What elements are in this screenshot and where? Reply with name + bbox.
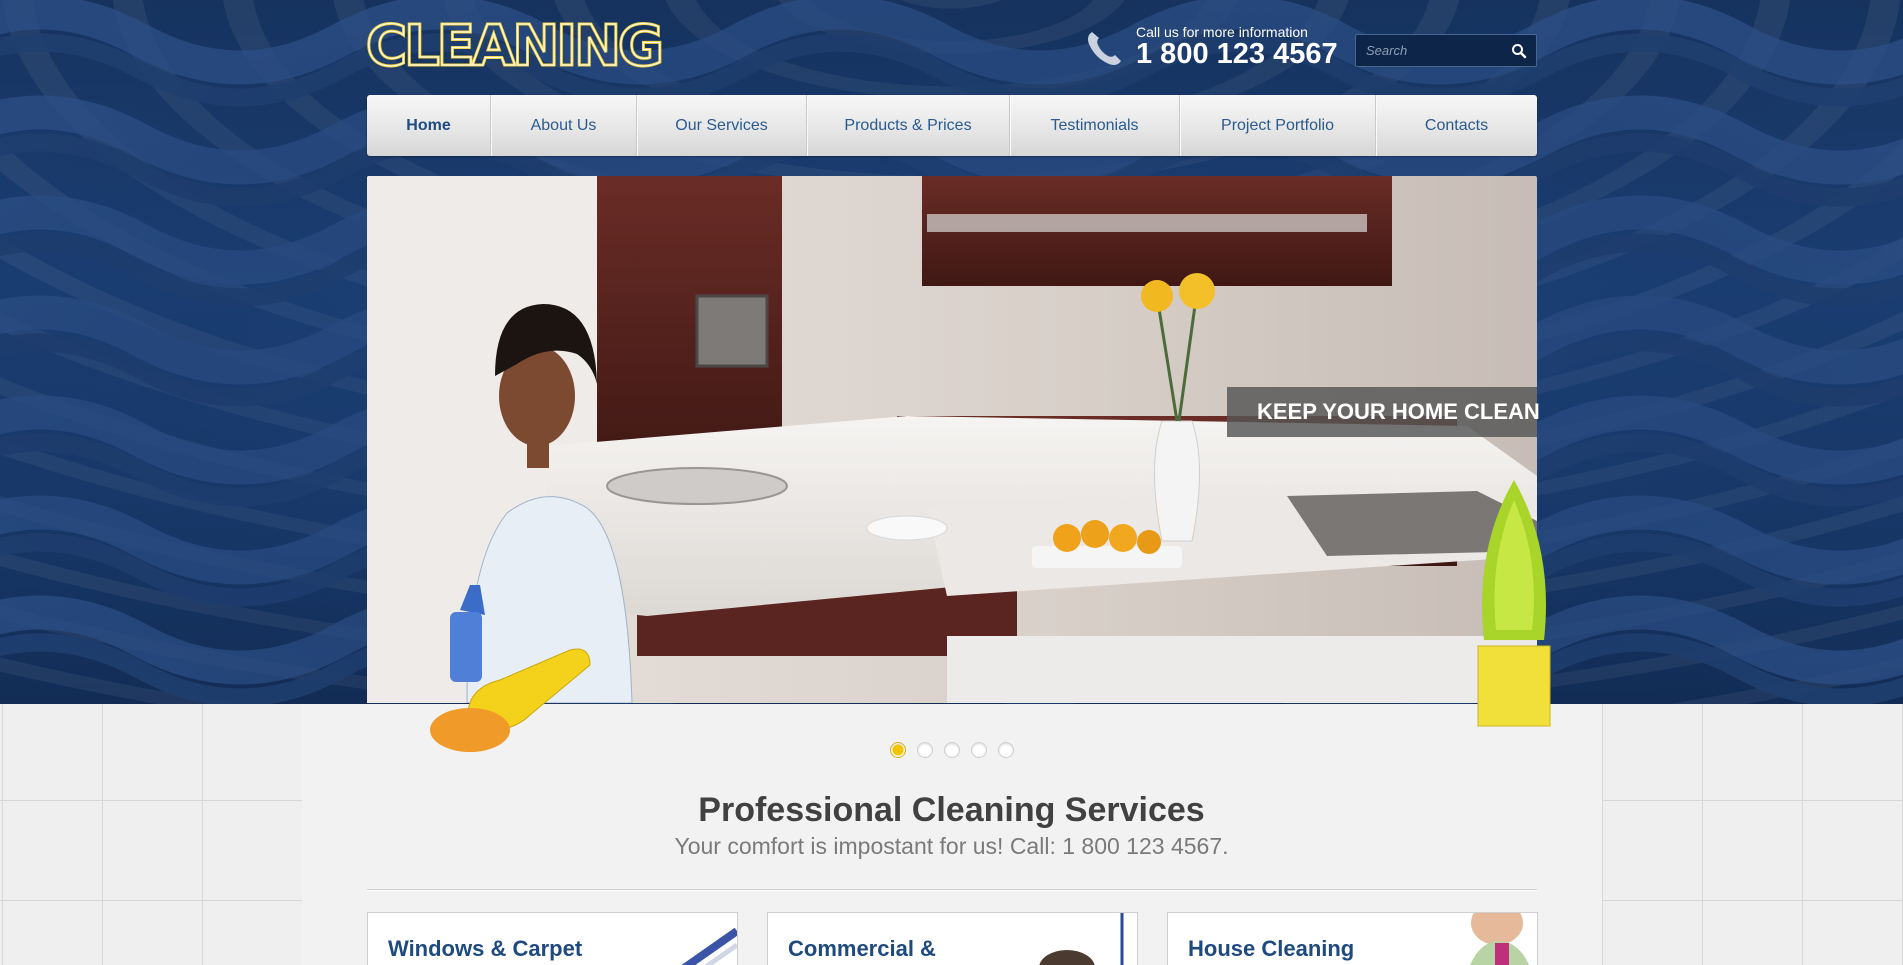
slider-dot-5[interactable] xyxy=(998,742,1014,758)
logo[interactable]: CLEANING CLEANING xyxy=(365,13,670,81)
nav-item-our-services[interactable]: Our Services xyxy=(637,95,807,156)
phone-icon xyxy=(1084,28,1124,68)
nav-item-contacts[interactable]: Contacts xyxy=(1376,95,1537,156)
plant-pot-image xyxy=(1477,480,1551,727)
search-icon xyxy=(1512,43,1527,58)
service-card-title: House Cleaning xyxy=(1188,936,1355,961)
slider-dot-2[interactable] xyxy=(917,742,933,758)
service-card-title: Commercial & xyxy=(788,936,936,961)
nav-item-products-prices[interactable]: Products & Prices xyxy=(807,95,1010,156)
nav-item-testimonials[interactable]: Testimonials xyxy=(1010,95,1180,156)
cleaner-thumb-image xyxy=(1470,913,1530,965)
intro-subtitle: Your comfort is impostant for us! Call: … xyxy=(674,833,1229,859)
nav-item-home[interactable]: Home xyxy=(367,95,491,156)
phone-number[interactable]: 1 800 123 4567 xyxy=(1136,38,1338,71)
nav-item-project-portfolio[interactable]: Project Portfolio xyxy=(1180,95,1376,156)
slide-caption: KEEP YOUR HOME CLEAN xyxy=(1227,387,1540,437)
search-button[interactable] xyxy=(1502,35,1536,66)
intro-title: Professional Cleaning Services xyxy=(698,791,1205,829)
glove-sponge-image xyxy=(430,585,591,752)
slider-dot-4[interactable] xyxy=(971,742,987,758)
main-nav: Home About Us Our Services Products & Pr… xyxy=(367,95,1537,156)
search-box xyxy=(1355,34,1537,67)
search-input[interactable] xyxy=(1356,35,1504,66)
section-divider xyxy=(367,889,1537,890)
squeegee-image xyxy=(681,927,737,965)
logo-text-inner: CLEANING xyxy=(366,20,661,70)
service-card-title: Windows & Carpet xyxy=(388,936,583,961)
slider-dot-1[interactable] xyxy=(890,742,906,758)
logo-icon: CLEANING CLEANING xyxy=(365,13,666,81)
service-card-commercial[interactable]: Commercial & xyxy=(767,912,1138,965)
nav-item-about-us[interactable]: About Us xyxy=(491,95,637,156)
slider-dot-3[interactable] xyxy=(944,742,960,758)
service-card-house-cleaning[interactable]: House Cleaning xyxy=(1167,912,1538,965)
service-card-windows-carpet[interactable]: Windows & Carpet xyxy=(367,912,738,965)
duster-image xyxy=(1039,913,1124,965)
slider-dots xyxy=(890,742,1014,758)
